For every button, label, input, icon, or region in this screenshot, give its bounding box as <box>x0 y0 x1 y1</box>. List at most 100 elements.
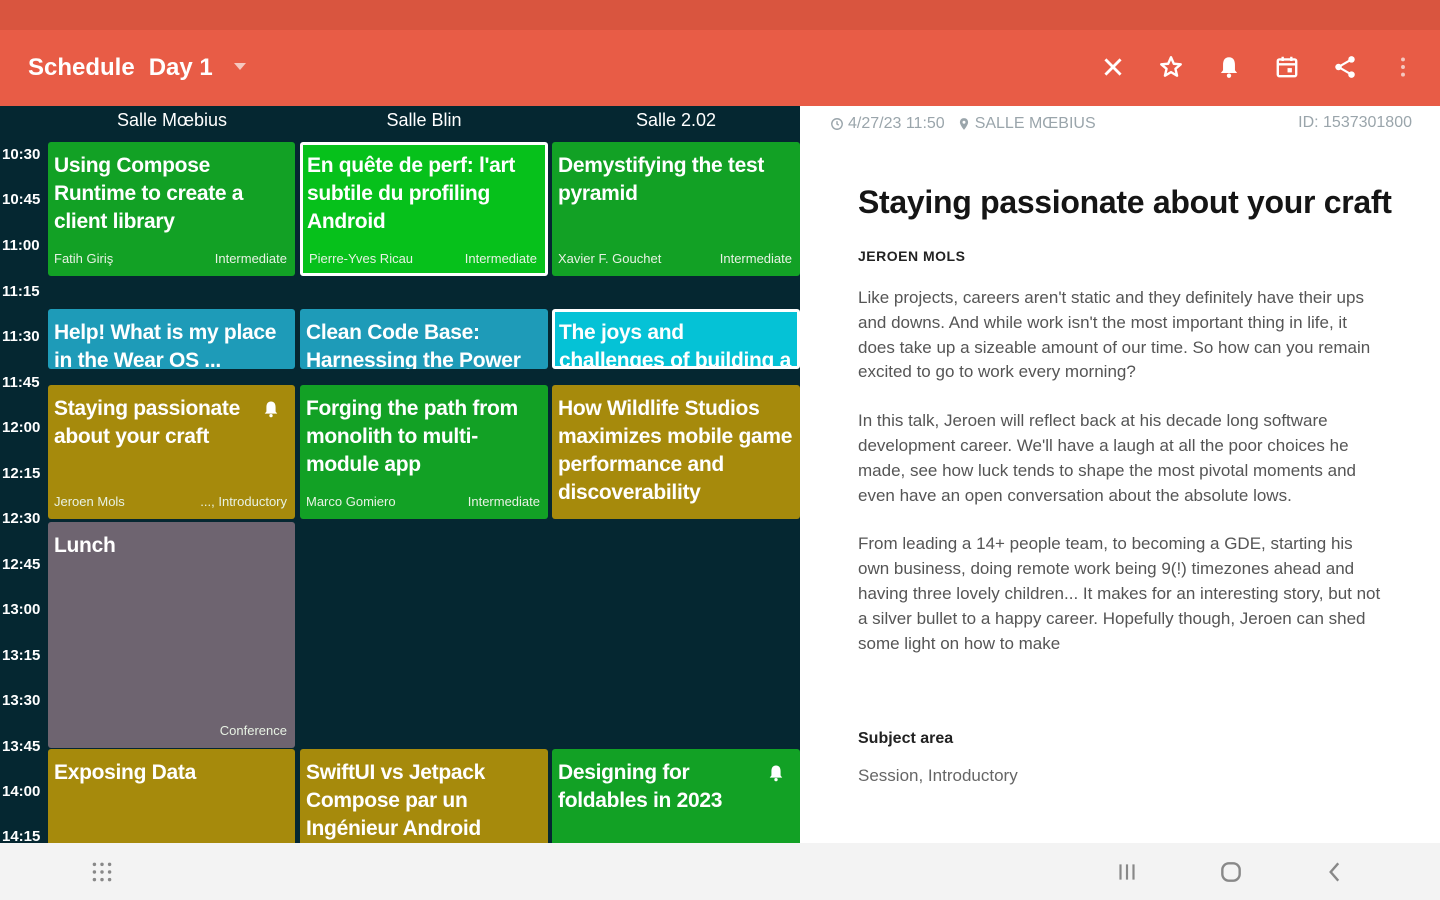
recents-icon <box>1119 864 1135 880</box>
session-card[interactable]: Using Compose Runtime to create a client… <box>48 142 295 276</box>
day-selector[interactable]: Day 1 <box>149 54 213 81</box>
time-label: 10:30 <box>2 146 41 163</box>
session-level: Intermediate <box>464 251 537 266</box>
room-header-blin: Salle Blin <box>386 110 462 130</box>
session-card-lunch[interactable]: Lunch Conference <box>48 522 295 748</box>
session-timestamp: 4/27/23 11:50 <box>830 114 945 134</box>
timestamp-text: 4/27/23 11:50 <box>848 115 945 132</box>
close-icon <box>1104 58 1122 76</box>
session-speaker: Xavier F. Gouchet <box>558 251 662 266</box>
status-bar <box>0 0 1440 30</box>
session-card[interactable]: How Wildlife Studios maximizes mobile ga… <box>552 385 800 519</box>
session-card[interactable]: Exposing Data <box>48 749 295 843</box>
time-label: 14:00 <box>2 783 41 800</box>
day-dropdown-arrow-icon[interactable] <box>234 63 246 70</box>
notification-button[interactable] <box>1212 50 1246 84</box>
favorite-button[interactable] <box>1154 50 1188 84</box>
calendar-icon <box>1276 56 1298 78</box>
share-button[interactable] <box>1328 50 1362 84</box>
session-card[interactable]: The joys and challenges of building a ..… <box>552 309 800 369</box>
time-label: 13:30 <box>2 692 41 709</box>
session-footer: Marco Gomiero Intermediate <box>306 494 540 509</box>
abstract-paragraph: From leading a 14+ people team, to becom… <box>858 534 1381 653</box>
session-speaker-name[interactable]: JEROEN MOLS <box>858 248 965 264</box>
session-speaker: Marco Gomiero <box>306 494 396 509</box>
session-level: Intermediate <box>214 251 287 266</box>
session-room: SALLE MŒBIUS <box>957 114 1096 134</box>
session-footer: Fatih Giriş Intermediate <box>54 251 287 266</box>
time-label: 12:30 <box>2 510 41 527</box>
session-title: Lunch <box>54 534 116 557</box>
clock-icon <box>831 118 843 130</box>
session-title: Using Compose Runtime to create a client… <box>54 154 244 233</box>
time-label: 11:30 <box>2 328 40 345</box>
session-meta: 4/27/23 11:50 SALLE MŒBIUS ID: 153730180… <box>830 114 1412 134</box>
session-speaker: Pierre-Yves Ricau <box>309 251 414 266</box>
session-detail-panel: 4/27/23 11:50 SALLE MŒBIUS ID: 153730180… <box>800 106 1440 843</box>
time-label: 12:00 <box>2 419 41 436</box>
recents-button[interactable] <box>1112 857 1142 887</box>
session-footer: Jeroen Mols ..., Introductory <box>54 494 287 509</box>
session-card-current[interactable]: Staying passionate about your craft Jero… <box>48 385 295 519</box>
session-title: SwiftUI vs Jetpack Compose par un Ingéni… <box>306 761 486 840</box>
time-label: 14:15 <box>2 828 41 843</box>
time-label: 10:45 <box>2 191 41 208</box>
session-title: Clean Code Base: Harnessing the Power of… <box>306 321 521 369</box>
more-vert-icon <box>1401 57 1405 77</box>
session-title: Forging the path from monolith to multi-… <box>306 397 518 476</box>
session-level: Intermediate <box>467 494 540 509</box>
location-pin-icon <box>959 118 968 130</box>
star-icon <box>1160 56 1182 77</box>
time-label: 13:45 <box>2 738 41 755</box>
session-card[interactable]: Designing for foldables in 2023 <box>552 749 800 843</box>
home-button[interactable] <box>1216 857 1246 887</box>
session-level: Intermediate <box>719 251 792 266</box>
back-button[interactable] <box>1320 857 1350 887</box>
time-label: 11:15 <box>2 283 40 300</box>
abstract-paragraph: In this talk, Jeroen will reflect back a… <box>858 411 1356 505</box>
session-title: Help! What is my place in the Wear OS ..… <box>54 321 277 369</box>
app-bar: Schedule Day 1 <box>0 30 1440 106</box>
back-icon <box>1329 862 1340 882</box>
session-title: En quête de perf: l'art subtile du profi… <box>307 154 516 233</box>
schedule-grid[interactable]: Salle Mœbius Salle Blin Salle 2.02 10:30… <box>0 106 800 843</box>
bell-icon <box>264 401 278 418</box>
session-card[interactable]: SwiftUI vs Jetpack Compose par un Ingéni… <box>300 749 548 843</box>
session-title: The joys and challenges of building a ..… <box>559 321 791 369</box>
session-card[interactable]: Help! What is my place in the Wear OS ..… <box>48 309 295 369</box>
system-nav-bar <box>0 843 1440 900</box>
abstract-paragraph: Like projects, careers aren't static and… <box>858 288 1371 382</box>
session-title: How Wildlife Studios maximizes mobile ga… <box>558 397 793 504</box>
session-title: Demystifying the test pyramid <box>558 154 765 205</box>
overflow-menu-button[interactable] <box>1386 50 1420 84</box>
session-detail-title: Staying passionate about your craft <box>858 184 1392 220</box>
time-label: 12:15 <box>2 465 41 482</box>
bell-icon <box>769 765 783 782</box>
session-card[interactable]: Clean Code Base: Harnessing the Power of… <box>300 309 548 369</box>
session-card[interactable]: Demystifying the test pyramid Xavier F. … <box>552 142 800 276</box>
time-label: 13:15 <box>2 647 41 664</box>
room-text: SALLE MŒBIUS <box>974 115 1096 132</box>
session-footer: Conference <box>54 723 287 738</box>
subject-area-value: Session, Introductory <box>858 766 1018 785</box>
home-icon <box>1221 862 1241 882</box>
subject-area-label: Subject area <box>858 730 954 747</box>
session-level: ..., Introductory <box>200 494 287 509</box>
close-button[interactable] <box>1096 50 1130 84</box>
apps-button[interactable] <box>87 857 117 887</box>
app-bar-actions <box>1096 50 1420 84</box>
session-title: Exposing Data <box>54 761 196 784</box>
session-card-selected[interactable]: En quête de perf: l'art subtile du profi… <box>300 142 548 276</box>
session-speaker: Fatih Giriş <box>54 251 114 266</box>
add-to-calendar-button[interactable] <box>1270 50 1304 84</box>
session-title: Designing for foldables in 2023 <box>558 761 723 812</box>
session-card[interactable]: Forging the path from monolith to multi-… <box>300 385 548 519</box>
session-abstract: Like projects, careers aren't static and… <box>858 286 1386 680</box>
app-title: Schedule Day 1 <box>28 54 227 82</box>
time-label: 12:45 <box>2 556 41 573</box>
session-footer: Xavier F. Gouchet Intermediate <box>558 251 792 266</box>
time-label: 11:45 <box>2 374 40 391</box>
share-icon <box>1335 56 1355 78</box>
time-label: 13:00 <box>2 601 41 618</box>
session-id: ID: 1537301800 <box>1298 114 1412 131</box>
